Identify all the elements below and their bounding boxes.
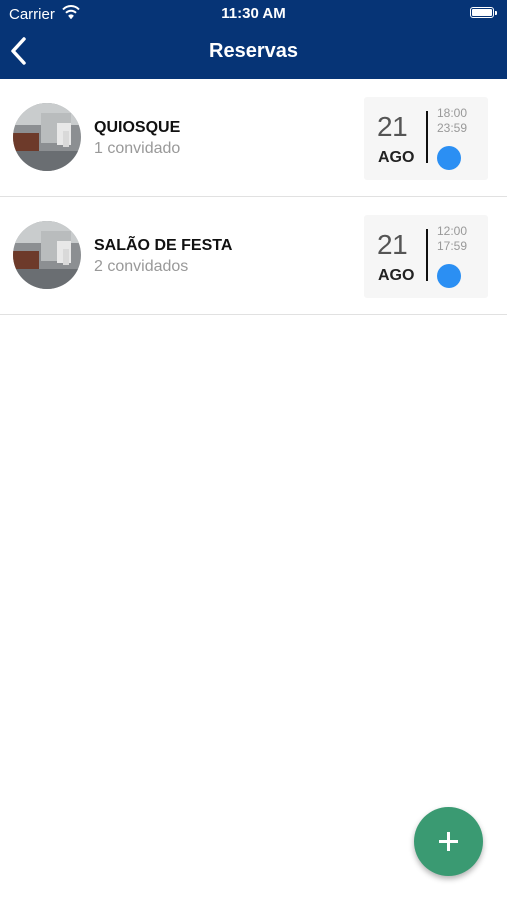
header-bar: Carrier 11:30 AM Reservas [0,0,507,79]
start-time: 12:00 [437,224,468,238]
reservation-row-salao-de-festa[interactable]: SALÃO DE FESTA 2 convidados 21 AGO 12:00… [0,197,507,315]
date-day: 21 [377,111,408,142]
date-day: 21 [377,229,408,260]
guest-count: 2 convidados [94,258,189,275]
page-title: Reservas [209,40,298,62]
reservation-row-quiosque[interactable]: QUIOSQUE 1 convidado 21 AGO 18:00 23:59 [0,79,507,197]
status-dot [437,146,461,170]
date-badge: 21 AGO 12:00 17:59 [364,215,488,298]
end-time: 17:59 [437,239,468,253]
guest-count: 1 convidado [94,140,181,157]
date-badge: 21 AGO 18:00 23:59 [364,97,488,180]
venue-photo [13,103,81,171]
status-dot [437,264,461,288]
venue-name: SALÃO DE FESTA [94,237,233,254]
battery-icon [470,7,497,18]
start-time: 18:00 [437,106,468,120]
add-reservation-button[interactable] [414,807,483,876]
end-time: 23:59 [437,121,468,135]
venue-name: QUIOSQUE [94,119,181,136]
reservation-list: QUIOSQUE 1 convidado 21 AGO 18:00 23:59 … [0,79,507,315]
date-month: AGO [378,149,415,166]
venue-photo [13,221,81,289]
date-month: AGO [378,267,415,284]
clock: 11:30 AM [221,5,286,22]
date-divider [426,111,428,163]
date-divider [426,229,428,281]
